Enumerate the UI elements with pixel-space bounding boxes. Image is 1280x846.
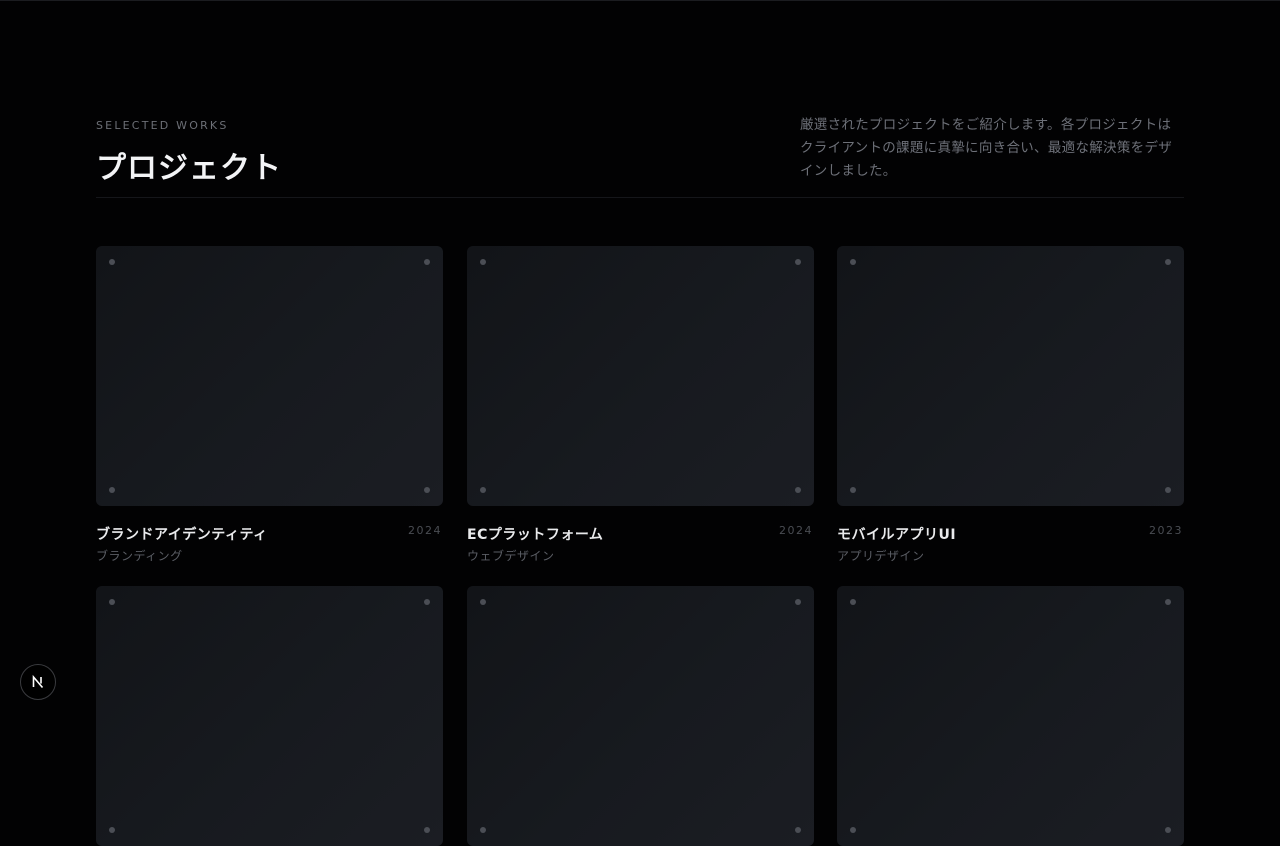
- corner-dot: [850, 259, 856, 265]
- project-title[interactable]: ブランドアイデンティティ: [96, 524, 268, 544]
- corner-dot: [424, 259, 430, 265]
- corner-dot: [109, 599, 115, 605]
- corner-dot: [109, 259, 115, 265]
- nextjs-logo-icon: [32, 674, 44, 689]
- header-divider: [96, 197, 1184, 198]
- project-card[interactable]: [467, 586, 814, 846]
- project-title[interactable]: モバイルアプリUI: [837, 524, 956, 544]
- project-thumbnail[interactable]: [837, 586, 1184, 846]
- corner-dot: [795, 487, 801, 493]
- corner-dot: [424, 487, 430, 493]
- corner-dot: [1165, 827, 1171, 833]
- corner-dot: [1165, 487, 1171, 493]
- corner-dot: [480, 259, 486, 265]
- project-year: 2023: [1149, 524, 1183, 537]
- project-year: 2024: [779, 524, 813, 537]
- corner-dot: [480, 487, 486, 493]
- corner-dot: [480, 827, 486, 833]
- corner-dot: [1165, 259, 1171, 265]
- project-category: ウェブデザイン: [467, 549, 555, 563]
- project-thumbnail[interactable]: [837, 246, 1184, 506]
- project-card[interactable]: [837, 586, 1184, 846]
- project-card[interactable]: [96, 586, 443, 846]
- corner-dot: [850, 599, 856, 605]
- corner-dot: [424, 827, 430, 833]
- project-thumbnail[interactable]: [467, 246, 814, 506]
- corner-dot: [109, 487, 115, 493]
- section-intro: 厳選されたプロジェクトをご紹介します。各プロジェクトはクライアントの課題に真摯に…: [800, 117, 1173, 179]
- project-card[interactable]: モバイルアプリUI 2023 アプリデザイン: [837, 246, 1184, 563]
- project-category: アプリデザイン: [837, 549, 925, 563]
- corner-dot: [109, 827, 115, 833]
- corner-dot: [795, 599, 801, 605]
- corner-dot: [1165, 599, 1171, 605]
- section-eyebrow: SELECTED WORKS: [96, 119, 229, 132]
- nextjs-dev-indicator[interactable]: [20, 664, 56, 700]
- corner-dot: [850, 487, 856, 493]
- corner-dot: [795, 259, 801, 265]
- corner-dot: [850, 827, 856, 833]
- page-title: プロジェクト: [96, 151, 282, 186]
- corner-dot: [795, 827, 801, 833]
- corner-dot: [424, 599, 430, 605]
- corner-dot: [480, 599, 486, 605]
- project-thumbnail[interactable]: [96, 246, 443, 506]
- project-thumbnail[interactable]: [467, 586, 814, 846]
- project-title[interactable]: ECプラットフォーム: [467, 524, 603, 544]
- project-category: ブランディング: [96, 549, 183, 563]
- project-year: 2024: [408, 524, 442, 537]
- project-card[interactable]: ECプラットフォーム 2024 ウェブデザイン: [467, 246, 814, 563]
- project-thumbnail[interactable]: [96, 586, 443, 846]
- project-card[interactable]: ブランドアイデンティティ 2024 ブランディング: [96, 246, 443, 563]
- top-border: [0, 0, 1280, 1]
